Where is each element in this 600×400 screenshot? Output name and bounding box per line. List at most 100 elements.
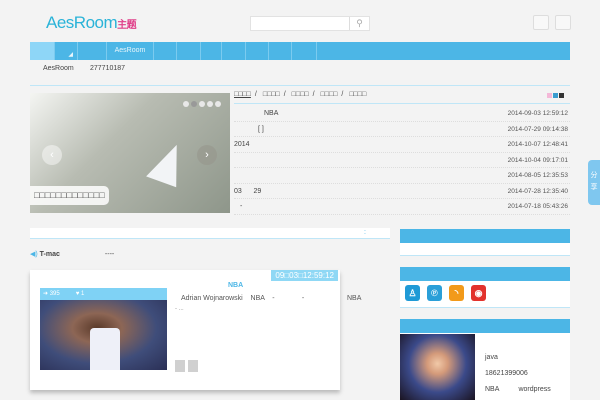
news-title[interactable]: NBA bbox=[234, 110, 278, 117]
header-button-2[interactable] bbox=[555, 15, 571, 30]
news-panel: □□□□ / □□□□ / □□□□ / □□□□ / □□□□ NBA 2014-09-… bbox=[234, 88, 570, 215]
search-icon[interactable]: ⚲ bbox=[349, 17, 369, 30]
color-blue[interactable] bbox=[553, 93, 558, 98]
news-row[interactable]: 2014-10-04 09:17:01 bbox=[234, 153, 570, 168]
nav-item-10[interactable] bbox=[292, 42, 317, 60]
marquee: ◀) T-mac ---- bbox=[30, 250, 114, 258]
news-row[interactable]: [ ] 2014-07-29 09:14:38 bbox=[234, 122, 570, 137]
color-pink[interactable] bbox=[547, 93, 552, 98]
info-qq: 277710187 bbox=[90, 65, 126, 72]
news-date: 2014-08-05 12:35:53 bbox=[507, 172, 568, 179]
likes-count: 1 bbox=[80, 291, 85, 297]
site-logo[interactable]: AesRoom主题 bbox=[46, 13, 137, 33]
sidebar-header-3 bbox=[400, 319, 570, 333]
slider-caption[interactable]: □□□□□□□□□□□□□ bbox=[30, 186, 109, 205]
nav-item-home[interactable] bbox=[30, 42, 55, 60]
news-title[interactable]: 03 29 bbox=[234, 188, 261, 195]
marquee-text[interactable]: ---- bbox=[105, 251, 114, 258]
tab-5[interactable]: □□□□ bbox=[349, 91, 366, 98]
jersey-shape bbox=[90, 328, 120, 370]
tab-sep: / bbox=[341, 91, 344, 98]
nav-item-aesroom[interactable]: AesRoom bbox=[107, 42, 154, 60]
news-date: 2014-07-28 12:35:40 bbox=[507, 187, 568, 195]
heart-icon[interactable]: ♥ bbox=[76, 291, 80, 297]
post-excerpt: Adrian Wojnarowski NBA - - NBA bbox=[181, 295, 362, 302]
nav-item-4[interactable] bbox=[154, 42, 177, 60]
news-row[interactable]: 03 29 2014-07-28 12:35:40 bbox=[234, 184, 570, 199]
profile-photo bbox=[400, 334, 475, 400]
news-tabs: □□□□ / □□□□ / □□□□ / □□□□ / □□□□ bbox=[234, 88, 570, 104]
qq-icon[interactable]: ♙ bbox=[405, 285, 420, 301]
profile-phone: 18621399006 bbox=[485, 370, 528, 377]
tab-4[interactable]: □□□□ bbox=[320, 91, 337, 98]
search-box[interactable]: ⚲ bbox=[250, 16, 370, 31]
slider-dot[interactable] bbox=[215, 101, 221, 107]
main-nav: ◢ AesRoom bbox=[30, 42, 570, 60]
profile-interests: NBA wordpress bbox=[485, 386, 551, 393]
news-date: 2014-07-18 05:43:26 bbox=[507, 203, 568, 210]
nav-item-8[interactable] bbox=[246, 42, 269, 60]
sidebar-header-2 bbox=[400, 267, 570, 281]
color-dark[interactable] bbox=[559, 93, 564, 98]
news-date: 2014-10-07 12:48:41 bbox=[507, 141, 568, 148]
tab-sep: / bbox=[283, 91, 286, 98]
paper-plane-image bbox=[146, 138, 190, 188]
nav-item-6[interactable] bbox=[201, 42, 222, 60]
slider-prev-button[interactable]: ‹ bbox=[42, 145, 62, 165]
slider-dot[interactable] bbox=[199, 101, 205, 107]
header-button-1[interactable] bbox=[533, 15, 549, 30]
logo-text: AesRoom bbox=[46, 13, 118, 32]
news-title[interactable]: [ ] bbox=[234, 126, 264, 133]
news-row[interactable]: NBA 2014-09-03 12:59:12 bbox=[234, 106, 570, 122]
rss-icon[interactable]: ◝ bbox=[449, 285, 464, 301]
nav-item-9[interactable] bbox=[269, 42, 292, 60]
section-header: : bbox=[30, 228, 390, 239]
logo-suffix: 主题 bbox=[117, 20, 137, 31]
color-switcher bbox=[546, 93, 564, 100]
slider-dot-active[interactable] bbox=[191, 101, 197, 107]
slider-dot[interactable] bbox=[207, 101, 213, 107]
image-slider[interactable]: ‹ › □□□□□□□□□□□□□ bbox=[30, 93, 230, 213]
news-row[interactable]: 2014-08-05 12:35:53 bbox=[234, 168, 570, 184]
info-name: AesRoom bbox=[43, 65, 74, 72]
nav-item-1[interactable]: ◢ bbox=[55, 42, 78, 60]
post-date: 09□03□12:59:12 bbox=[271, 270, 338, 281]
nav-item-7[interactable] bbox=[222, 42, 246, 60]
slider-next-button[interactable]: › bbox=[197, 145, 217, 165]
nav-item-5[interactable] bbox=[177, 42, 201, 60]
sidebar-header-1 bbox=[400, 229, 570, 243]
search-input[interactable] bbox=[251, 17, 349, 30]
tab-3[interactable]: □□□□ bbox=[292, 91, 309, 98]
tab-2[interactable]: □□□□ bbox=[263, 91, 280, 98]
post-button-1[interactable] bbox=[175, 360, 185, 372]
tab-1[interactable]: □□□□ bbox=[234, 91, 251, 98]
post-thumbnail[interactable] bbox=[40, 300, 167, 370]
news-row[interactable]: 2014 2014-10-07 12:48:41 bbox=[234, 137, 570, 153]
tab-sep: / bbox=[254, 91, 257, 98]
sidebar-widget-1 bbox=[400, 243, 570, 256]
share-button[interactable]: 分享 bbox=[588, 160, 600, 205]
post-excerpt-more: - ... bbox=[175, 306, 184, 312]
divider bbox=[30, 85, 570, 86]
views-count: 395 bbox=[49, 291, 60, 297]
post-button-2[interactable] bbox=[188, 360, 198, 372]
news-title[interactable]: - bbox=[234, 203, 242, 210]
post-stats: ➜ 395 ♥ 1 bbox=[40, 288, 167, 300]
news-date: 2014-09-03 12:59:12 bbox=[507, 110, 568, 117]
post-title[interactable]: NBA bbox=[228, 282, 243, 289]
pinterest-icon[interactable]: ℗ bbox=[427, 285, 442, 301]
section-colon: : bbox=[364, 229, 366, 236]
news-row[interactable]: - 2014-07-18 05:43:26 bbox=[234, 199, 570, 215]
weibo-icon[interactable]: ◉ bbox=[471, 285, 486, 301]
speaker-icon: ◀) bbox=[30, 251, 38, 258]
nav-item-2[interactable] bbox=[78, 42, 107, 60]
news-date: 2014-10-04 09:17:01 bbox=[507, 156, 568, 164]
slider-dot[interactable] bbox=[183, 101, 189, 107]
news-title[interactable]: 2014 bbox=[234, 141, 250, 148]
news-date: 2014-07-29 09:14:38 bbox=[507, 125, 568, 133]
news-list: NBA 2014-09-03 12:59:12 [ ] 2014-07-29 09:… bbox=[234, 104, 570, 215]
profile-skill: java bbox=[485, 354, 498, 361]
marquee-author[interactable]: T-mac bbox=[40, 251, 60, 258]
post-card: 09□03□12:59:12 ➜ 395 ♥ 1 NBA Adrian Wojna… bbox=[30, 270, 361, 390]
views-icon: ➜ bbox=[43, 291, 49, 297]
